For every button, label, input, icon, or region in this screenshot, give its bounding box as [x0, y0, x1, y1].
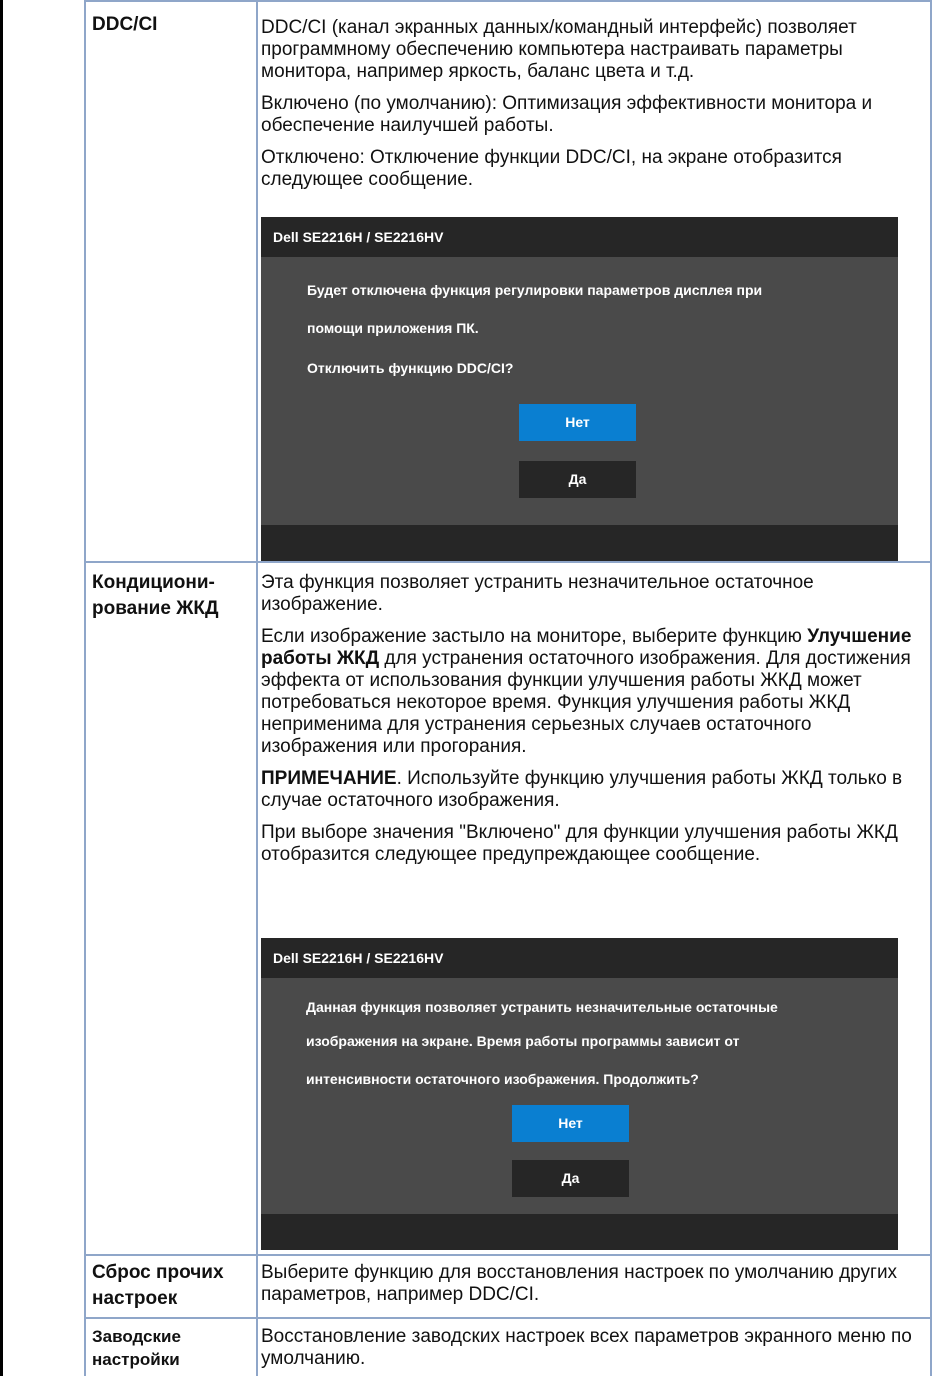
row-description-ddcci: DDC/CI (канал экранных данных/командный … [261, 17, 931, 191]
osd-message-line: Отключить функцию DDC/CI? [307, 360, 514, 376]
row-label-ddcci: DDC/CI [92, 14, 158, 35]
row-label-factory-reset: Заводские настройки [92, 1327, 181, 1369]
osd-title: Dell SE2216H / SE2216HV [261, 217, 898, 257]
table-row-line-top [84, 0, 932, 2]
row-description-factory-reset: Восстановление заводских настроек всех п… [261, 1326, 931, 1370]
osd-dialog-lcd-conditioning: Dell SE2216H / SE2216HV Данная функция п… [261, 938, 898, 1250]
paragraph: Выберите функцию для восстановления наст… [261, 1262, 898, 1305]
osd-message-line: изображения на экране. Время работы прог… [306, 1033, 740, 1049]
osd-footer [261, 525, 898, 561]
paragraph: При выборе значения "Включено" для функц… [261, 822, 898, 865]
row-label-lcd-conditioning: Кондициони-рование ЖКД [92, 572, 219, 619]
table-row-line-2 [84, 1254, 932, 1256]
osd-footer [261, 1214, 898, 1250]
row-description-reset-other: Выберите функцию для восстановления наст… [261, 1262, 931, 1306]
table-row-line-1 [84, 561, 932, 563]
osd-message-line: Будет отключена функция регулировки пара… [307, 282, 763, 298]
osd-message-line: Данная функция позволяет устранить незна… [306, 999, 778, 1015]
osd-message-line: интенсивности остаточного изображения. П… [306, 1071, 699, 1087]
table-row-line-3 [84, 1317, 932, 1319]
osd-dialog-ddcci: Dell SE2216H / SE2216HV Будет отключена … [261, 217, 898, 561]
no-button[interactable]: Нет [512, 1105, 629, 1142]
paragraph: Восстановление заводских настроек всех п… [261, 1326, 912, 1369]
no-button[interactable]: Нет [519, 404, 636, 441]
paragraph: DDC/CI (канал экранных данных/командный … [261, 17, 857, 82]
left-page-bar [0, 0, 3, 1376]
yes-button[interactable]: Да [519, 461, 636, 498]
paragraph: Включено (по умолчанию): Оптимизация эфф… [261, 93, 873, 136]
table-col-line-2 [256, 0, 258, 1376]
paragraph: Если изображение застыло на мониторе, вы… [261, 626, 912, 757]
row-description-lcd-conditioning: Эта функция позволяет устранить незначит… [261, 572, 931, 866]
osd-title: Dell SE2216H / SE2216HV [261, 938, 898, 978]
osd-message-line: помощи приложения ПК. [307, 320, 479, 336]
yes-button[interactable]: Да [512, 1160, 629, 1197]
row-label-reset-other: Сброс прочих настроек [92, 1262, 224, 1309]
paragraph: ПРИМЕЧАНИЕ. Используйте функцию улучшени… [261, 768, 903, 811]
paragraph: Отключено: Отключение функции DDC/CI, на… [261, 147, 842, 190]
table-col-line-1 [84, 0, 86, 1376]
paragraph: Эта функция позволяет устранить незначит… [261, 572, 814, 615]
